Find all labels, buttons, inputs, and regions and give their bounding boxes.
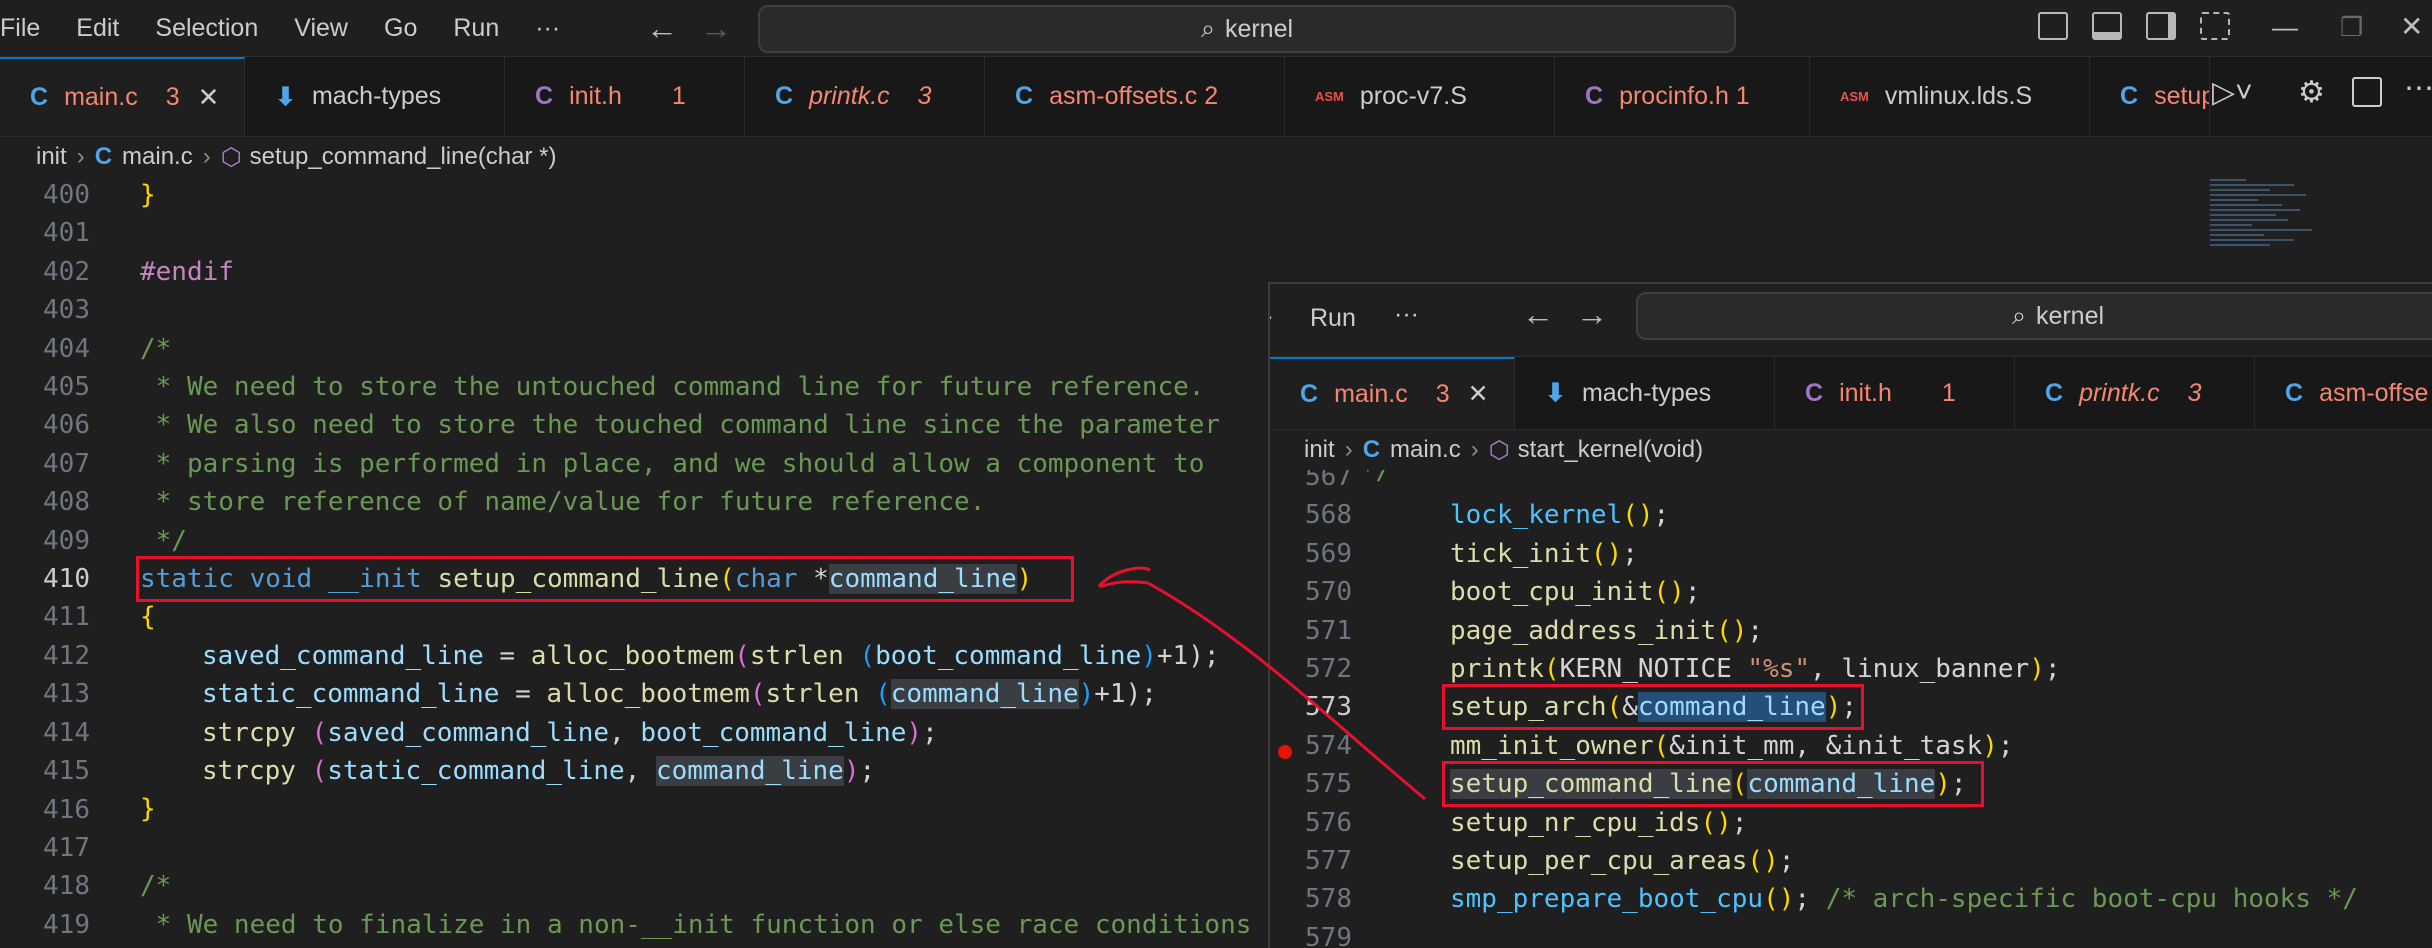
annotation-arrow	[1098, 566, 1426, 801]
